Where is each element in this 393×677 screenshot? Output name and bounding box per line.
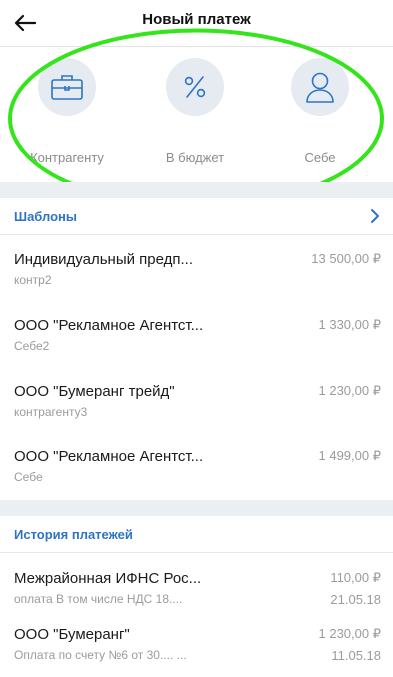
template-name: ООО "Рекламное Агентст... [14,448,204,465]
briefcase-icon-circle [38,58,96,116]
page-title: Новый платеж [142,11,251,28]
top-bar: Новый платеж [0,0,393,47]
quick-actions: Контрагенту В бюджет Себе [0,50,393,178]
pay-budget-label: В бюджет [165,150,225,165]
template-row[interactable]: ООО "Бумеранг трейд" контрагенту3 1 230,… [0,370,393,430]
template-amount: 1 230,00 ₽ [318,383,382,398]
template-name: Индивидуальный предп... [14,251,194,268]
template-note: контр2 [14,273,52,287]
template-amount: 1 499,00 ₽ [318,448,382,463]
history-row[interactable]: Межрайонная ИФНС Рос... оплата В том чис… [0,557,393,617]
payment-date: 11.05.18 [331,648,381,663]
template-row[interactable]: Индивидуальный предп... контр2 13 500,00… [0,238,393,298]
payment-amount: 1 230,00 ₽ [318,626,382,641]
pay-self-label: Себе [304,150,336,165]
percent-icon [184,76,206,98]
payment-amount: 110,00 ₽ [330,570,381,585]
template-note: Себе2 [14,339,50,353]
pay-counterparty-label: Контрагенту [30,150,104,165]
payment-purpose: оплата В том числе НДС 18.... [14,592,183,606]
history-row[interactable]: ООО "Бумеранг" Оплата по счету №6 от 30.… [0,613,393,673]
template-name: ООО "Рекламное Агентст... [14,317,204,334]
payee-name: Межрайонная ИФНС Рос... [14,570,202,587]
pay-counterparty-button[interactable]: Контрагенту [12,58,122,178]
template-row[interactable]: ООО "Рекламное Агентст... Себе 1 499,00 … [0,435,393,495]
history-title: История платежей [14,527,133,542]
section-separator [0,182,393,198]
payee-name: ООО "Бумеранг" [14,626,130,643]
template-note: Себе [14,470,43,484]
pay-self-button[interactable]: Себе [265,58,375,178]
person-icon-circle [291,58,349,116]
payment-date: 21.05.18 [330,592,381,607]
templates-title: Шаблоны [14,209,77,224]
history-header: История платежей [0,516,393,553]
template-amount: 13 500,00 ₽ [311,251,381,266]
template-row[interactable]: ООО "Рекламное Агентст... Себе2 1 330,00… [0,304,393,364]
templates-header[interactable]: Шаблоны [0,198,393,235]
template-name: ООО "Бумеранг трейд" [14,383,175,400]
percent-icon-circle [166,58,224,116]
payment-purpose: Оплата по счету №6 от 30.... ... [14,648,187,662]
pay-budget-button[interactable]: В бюджет [140,58,250,178]
briefcase-icon [51,75,83,100]
template-amount: 1 330,00 ₽ [318,317,382,332]
section-separator [0,500,393,516]
person-icon [306,72,334,103]
template-note: контрагенту3 [14,405,88,419]
chevron-right-icon [371,209,379,223]
